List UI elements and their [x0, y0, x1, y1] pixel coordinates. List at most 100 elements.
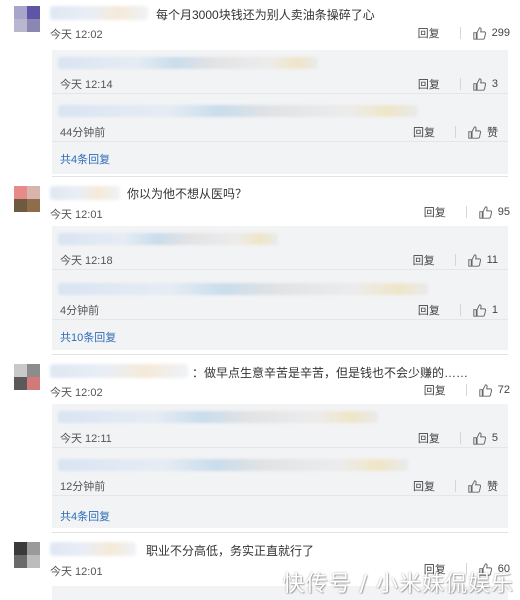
reply-button[interactable]: 回复	[424, 204, 446, 220]
thumbs-up-icon	[473, 77, 486, 91]
reply-text	[58, 105, 418, 117]
comment-actions: 回复 95	[424, 204, 510, 220]
avatar[interactable]	[14, 6, 40, 32]
thumbs-up-icon	[468, 479, 481, 493]
thumbs-up-icon	[473, 431, 486, 445]
divider	[459, 432, 461, 444]
divider	[454, 254, 456, 266]
comment-time: 今天 12:01	[50, 209, 103, 221]
divider	[455, 126, 456, 138]
divider	[459, 78, 461, 90]
like-count: 72	[497, 384, 510, 396]
like-count: 1	[491, 304, 498, 316]
reply-button[interactable]: 回复	[418, 76, 440, 92]
comment-actions: 回复 72	[424, 382, 510, 398]
comment-text: ：做早点生意辛苦是辛苦，但是钱也不会少赚的……	[192, 366, 469, 380]
divider	[52, 354, 508, 355]
comment-time: 今天 12:02	[50, 387, 103, 399]
thumbs-up-icon	[472, 26, 486, 40]
username[interactable]	[50, 6, 148, 20]
more-replies-link[interactable]: 共4条回复	[60, 151, 110, 167]
divider	[459, 27, 461, 39]
reply-actions: 回复 11	[413, 252, 498, 268]
like-button[interactable]: 5	[473, 431, 498, 445]
reply-button[interactable]: 回复	[413, 478, 435, 494]
like-count: 299	[491, 27, 510, 39]
divider	[52, 176, 508, 177]
reply-actions: 回复 3	[418, 76, 498, 92]
comment: 你以为他不想从医吗？ 今天 12:01 回复 95 今天 12:18 回复 11…	[0, 180, 520, 356]
like-count: 11	[486, 254, 498, 266]
thumbs-up-icon	[467, 253, 481, 267]
divider	[455, 480, 456, 492]
comment-actions: 回复 299	[418, 25, 510, 41]
thumbs-up-icon	[479, 383, 492, 397]
thumbs-up-icon	[479, 205, 492, 219]
more-replies-link[interactable]: 共10条回复	[60, 329, 116, 345]
avatar[interactable]	[14, 542, 40, 568]
reply-button[interactable]: 回复	[424, 382, 446, 398]
comment-time: 今天 12:02	[50, 29, 103, 41]
divider	[465, 384, 467, 396]
reply-item: 44分钟前 回复 赞	[52, 98, 508, 142]
like-button[interactable]: 赞	[468, 124, 498, 140]
username[interactable]	[50, 364, 188, 378]
reply-item: 今天 12:14 回复 3	[52, 50, 508, 94]
like-button[interactable]: 72	[479, 383, 510, 397]
like-count: 95	[497, 206, 510, 218]
comment-time: 今天 12:01	[50, 566, 103, 578]
divider	[52, 532, 508, 533]
like-button[interactable]: 3	[473, 77, 498, 91]
reply-text	[58, 57, 318, 69]
reply-time: 今天 12:18	[60, 255, 113, 267]
reply-item: 12分钟前 回复 赞	[52, 452, 508, 496]
like-button[interactable]: 95	[479, 205, 510, 219]
reply-item: 4分钟前 回复 1	[52, 276, 508, 320]
comment-text: 职业不分高低，务实正直就行了	[146, 544, 315, 558]
reply-text	[58, 459, 408, 471]
divider	[465, 206, 467, 218]
comment-text: 你以为他不想从医吗？	[127, 187, 248, 201]
like-count: 赞	[487, 127, 498, 139]
reply-text	[58, 283, 428, 295]
like-button[interactable]: 299	[472, 26, 510, 40]
like-button[interactable]: 赞	[468, 478, 498, 494]
avatar[interactable]	[14, 186, 40, 212]
comment: ：做早点生意辛苦是辛苦，但是钱也不会少赚的…… 今天 12:02 回复 72 今…	[0, 358, 520, 534]
reply-button[interactable]: 回复	[418, 302, 440, 318]
like-button[interactable]: 1	[473, 303, 498, 317]
reply-item: 今天 12:11 回复 5	[52, 404, 508, 448]
reply-actions: 回复 赞	[413, 124, 498, 140]
reply-button[interactable]: 回复	[418, 430, 440, 446]
username[interactable]	[50, 542, 136, 556]
avatar[interactable]	[14, 364, 40, 390]
reply-item: 今天 12:18 回复 11	[52, 226, 508, 270]
reply-list: 今天 12:14 回复 3 44分钟前 回复 赞 共4条回复	[52, 50, 508, 174]
divider	[459, 304, 461, 316]
like-button[interactable]: 11	[467, 253, 498, 267]
like-count: 5	[491, 432, 498, 444]
comment-text: 每个月3000块钱还为别人卖油条操碎了心	[156, 8, 375, 22]
comment: 每个月3000块钱还为别人卖油条操碎了心 今天 12:02 回复 299 今天 …	[0, 0, 520, 178]
watermark: 快传号 / 小米妹侃娱乐	[282, 572, 514, 597]
reply-text	[58, 411, 378, 423]
username[interactable]	[50, 186, 120, 200]
reply-actions: 回复 1	[418, 302, 498, 318]
reply-time: 12分钟前	[60, 481, 106, 493]
reply-time: 44分钟前	[60, 127, 106, 139]
reply-list: 今天 12:18 回复 11 4分钟前 回复 1 共10条回复	[52, 226, 508, 350]
thumbs-up-icon	[468, 125, 481, 139]
reply-button[interactable]: 回复	[413, 252, 435, 268]
reply-time: 今天 12:14	[60, 79, 113, 91]
reply-button[interactable]: 回复	[418, 25, 440, 41]
reply-actions: 回复 5	[418, 430, 498, 446]
thumbs-up-icon	[473, 303, 486, 317]
reply-button[interactable]: 回复	[413, 124, 435, 140]
like-count: 3	[491, 78, 498, 90]
reply-time: 今天 12:11	[60, 433, 112, 445]
reply-list: 今天 12:11 回复 5 12分钟前 回复 赞 共4条回复	[52, 404, 508, 528]
more-replies-link[interactable]: 共4条回复	[60, 508, 110, 524]
reply-time: 4分钟前	[60, 305, 100, 317]
reply-text	[58, 233, 278, 245]
like-count: 赞	[487, 481, 498, 493]
